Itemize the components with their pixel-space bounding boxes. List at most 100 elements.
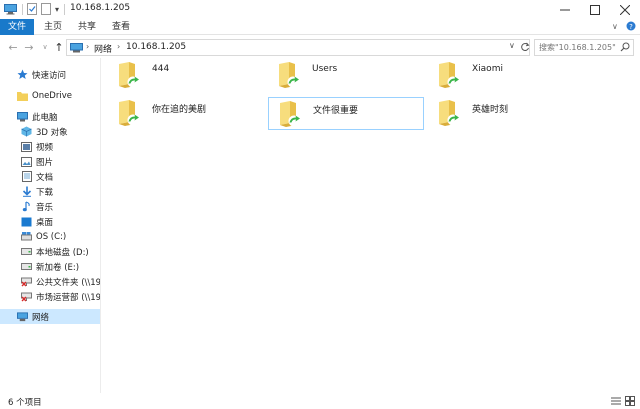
sidebar-item-this-pc[interactable]: 此电脑 [0, 109, 100, 124]
drive-c-icon [21, 231, 32, 242]
close-button[interactable] [610, 0, 640, 19]
pictures-icon [21, 156, 32, 167]
sidebar-item-marketing-share[interactable]: 市场运营部 (\\192. [0, 289, 100, 304]
sidebar-item-label: 图片 [36, 157, 54, 168]
navigation-pane: 快速访问 OneDrive 此电脑 3D 对象 视频 图片 文档 下载 音乐 桌… [0, 58, 101, 393]
sidebar-item-onedrive[interactable]: OneDrive [0, 88, 100, 103]
shared-folder-item[interactable]: 文件很重要 [268, 97, 424, 130]
sidebar-item-label: 下载 [36, 187, 54, 198]
customize-toolbar-icon[interactable]: ▾ [55, 2, 59, 16]
sidebar-item-label: 音乐 [36, 202, 54, 213]
sidebar-item-drive-c[interactable]: OS (C:) [0, 229, 100, 244]
sidebar-item-label: 新加卷 (E:) [36, 262, 80, 273]
sidebar-item-drive-e[interactable]: 新加卷 (E:) [0, 259, 100, 274]
explorer-window: ▾ 10.168.1.205 文件 主页 共享 查看 ∨ ? ← → ∨ ↑ ›… [0, 0, 640, 409]
window-title: 10.168.1.205 [70, 3, 131, 13]
sidebar-item-label: 3D 对象 [36, 127, 68, 138]
title-separator [64, 4, 65, 15]
refresh-icon[interactable] [520, 42, 530, 55]
sidebar-item-public-share[interactable]: 公共文件夹 (\\192. [0, 274, 100, 289]
shared-folder-item[interactable]: 英雄时刻 [428, 97, 584, 130]
sidebar-item-label: OS (C:) [36, 231, 67, 242]
sidebar-item-label: 桌面 [36, 217, 54, 228]
sidebar-item-downloads[interactable]: 下载 [0, 184, 100, 199]
computer-icon [17, 111, 28, 122]
shared-folder-icon [116, 99, 142, 127]
sidebar-item-network[interactable]: 网络 [0, 309, 100, 324]
video-icon [21, 141, 32, 152]
sidebar-item-desktop[interactable]: 桌面 [0, 214, 100, 229]
shared-folder-item[interactable]: 你在追的美剧 [108, 97, 264, 130]
sidebar-item-pictures[interactable]: 图片 [0, 154, 100, 169]
sidebar-item-label: 视频 [36, 142, 54, 153]
search-box[interactable] [534, 39, 634, 56]
network-drive-disconnected-icon [21, 291, 32, 302]
documents-icon [21, 171, 32, 182]
sidebar-item-label: OneDrive [32, 90, 72, 101]
network-icon [70, 43, 83, 56]
sidebar-item-music[interactable]: 音乐 [0, 199, 100, 214]
folder-name: 444 [152, 64, 170, 74]
new-folder-quick-icon[interactable] [41, 2, 51, 16]
folder-name: 你在追的美剧 [152, 105, 207, 115]
shared-folder-icon [436, 61, 462, 89]
shared-folder-icon [276, 61, 302, 89]
star-icon [17, 69, 28, 80]
maximize-button[interactable] [580, 0, 610, 19]
breadcrumb-current[interactable]: 10.168.1.205 [126, 42, 186, 52]
properties-icon[interactable] [27, 2, 38, 16]
item-count: 6 个项目 [8, 398, 42, 408]
recent-locations-button[interactable]: ∨ [38, 40, 52, 54]
shared-folder-item[interactable]: Users [268, 59, 424, 92]
address-dropdown-icon[interactable]: ∨ [509, 41, 515, 50]
sidebar-item-quick-access[interactable]: 快速访问 [0, 67, 100, 82]
quick-access-separator [22, 4, 23, 15]
expand-ribbon-icon[interactable]: ∨ [612, 22, 618, 31]
folder-name: 英雄时刻 [472, 105, 509, 115]
minimize-button[interactable] [550, 0, 580, 19]
shared-folder-item[interactable]: Xiaomi [428, 59, 584, 92]
network-icon [17, 311, 28, 322]
breadcrumb-separator-icon: › [86, 42, 90, 51]
large-icons-view-icon[interactable] [625, 396, 635, 406]
sidebar-item-label: 文档 [36, 172, 54, 183]
sidebar-item-3d-objects[interactable]: 3D 对象 [0, 124, 100, 139]
sidebar-item-label: 此电脑 [32, 112, 58, 123]
sidebar-item-label: 市场运营部 (\\192. [36, 292, 100, 303]
breadcrumb-separator-icon: › [117, 42, 121, 51]
onedrive-folder-icon [17, 90, 28, 101]
network-computer-icon [4, 2, 17, 16]
details-view-icon[interactable] [611, 396, 621, 406]
search-icon [620, 42, 630, 55]
drive-icon [21, 246, 32, 257]
title-bar: ▾ 10.168.1.205 [0, 0, 640, 19]
status-bar: 6 个项目 [0, 393, 640, 409]
file-list: 444 Users Xiaomi 你在追的美剧 文件很重要 英雄时刻 [101, 58, 640, 393]
tab-file[interactable]: 文件 [0, 19, 34, 35]
search-input[interactable] [539, 41, 619, 54]
back-button[interactable]: ← [6, 40, 20, 54]
shared-folder-icon [436, 99, 462, 127]
sidebar-item-videos[interactable]: 视频 [0, 139, 100, 154]
tab-share[interactable]: 共享 [70, 19, 104, 35]
drive-icon [21, 261, 32, 272]
address-bar[interactable]: › 网络 › 10.168.1.205 ∨ [66, 39, 530, 56]
sidebar-item-label: 公共文件夹 (\\192. [36, 277, 100, 288]
music-icon [21, 201, 32, 212]
sidebar-item-drive-d[interactable]: 本地磁盘 (D:) [0, 244, 100, 259]
folder-name: Xiaomi [472, 64, 503, 74]
network-drive-disconnected-icon [21, 276, 32, 287]
sidebar-item-documents[interactable]: 文档 [0, 169, 100, 184]
breadcrumb-network[interactable]: 网络 [94, 42, 112, 55]
sidebar-item-label: 网络 [32, 312, 50, 323]
download-icon [21, 186, 32, 197]
tab-home[interactable]: 主页 [36, 19, 70, 35]
folder-name: 文件很重要 [313, 106, 359, 116]
tab-view[interactable]: 查看 [104, 19, 138, 35]
folder-name: Users [312, 64, 338, 74]
shared-folder-item[interactable]: 444 [108, 59, 264, 92]
3d-objects-icon [21, 126, 32, 137]
help-icon[interactable]: ? [626, 21, 636, 34]
forward-button[interactable]: → [22, 40, 36, 54]
up-button[interactable]: ↑ [52, 40, 66, 54]
